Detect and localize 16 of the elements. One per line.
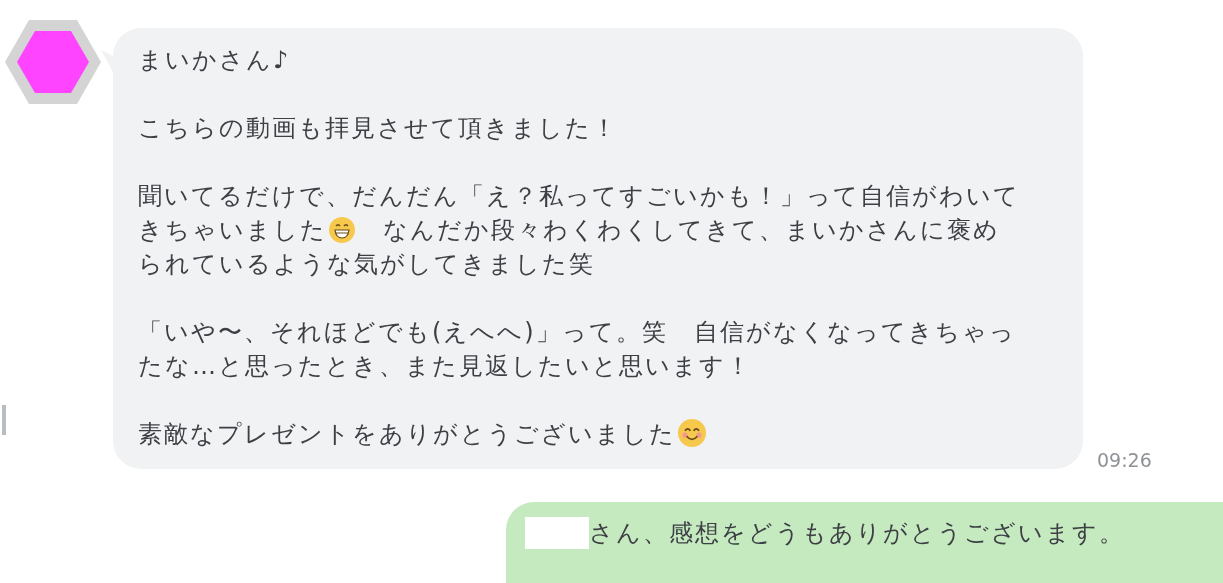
scrollbar-thumb <box>2 405 6 435</box>
reply-text: さん、感想をどうもありがとうございます。 <box>589 518 1125 549</box>
message-text: なんだか段々わくわくしてきて、まいかさんに褒め <box>382 216 1000 244</box>
message-text: きちゃいました <box>138 216 327 244</box>
grinning-face-icon <box>329 217 355 243</box>
avatar-hexagon-icon <box>5 20 101 104</box>
redaction-block <box>525 517 589 549</box>
message-text: 「いや〜、それほどでも(えへへ)」って。笑 自信がなくなってきちゃっ <box>138 318 1016 346</box>
smiling-face-icon <box>678 419 706 447</box>
message-text: こちらの動画も拝見させて頂きました！ <box>138 114 618 142</box>
message-text: 素敵なプレゼントをありがとうございました <box>138 420 676 448</box>
message-text: まいかさん♪ <box>138 46 291 74</box>
message-text: たな…と思ったとき、また見返したいと思います！ <box>138 352 752 380</box>
message-text: 聞いてるだけで、だんだん「え？私ってすごいかも！」って自信がわいて <box>138 182 1020 210</box>
message-text: られているような気がしてきました笑 <box>138 250 595 278</box>
message-time: 09:26 <box>1097 449 1152 471</box>
